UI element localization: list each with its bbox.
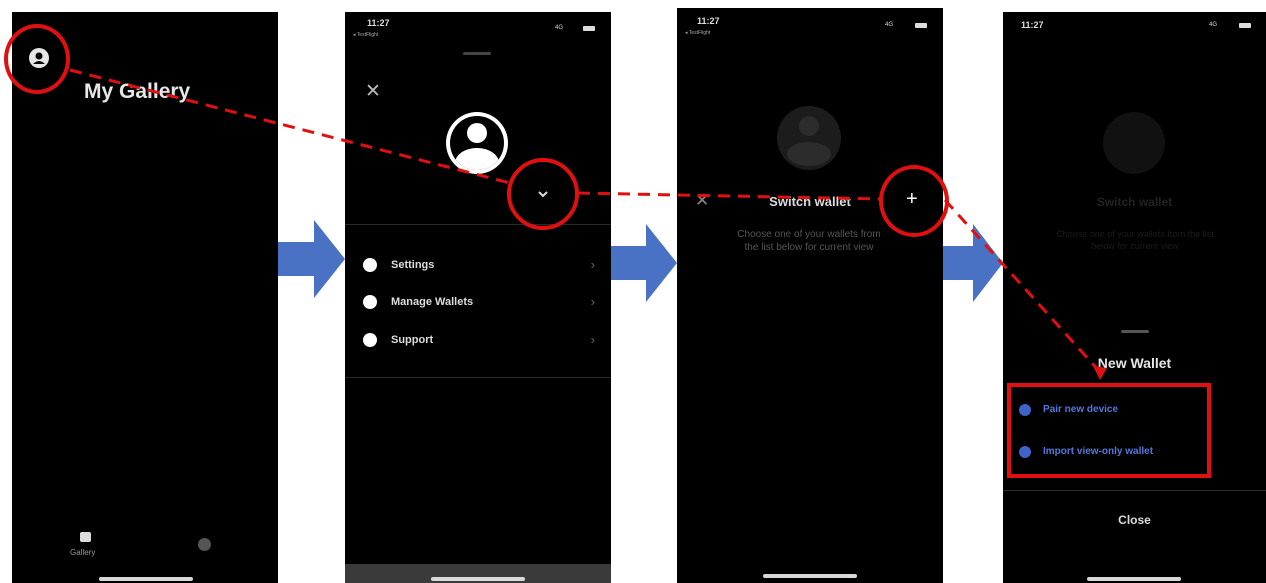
- annotation-circle-profile: [4, 24, 70, 94]
- annotation-dashed-lines: [69, 68, 1107, 380]
- annotation-circle-dropdown: [507, 158, 579, 230]
- annotation-circle-add: [879, 165, 949, 237]
- annotation-box-options: [1007, 383, 1211, 478]
